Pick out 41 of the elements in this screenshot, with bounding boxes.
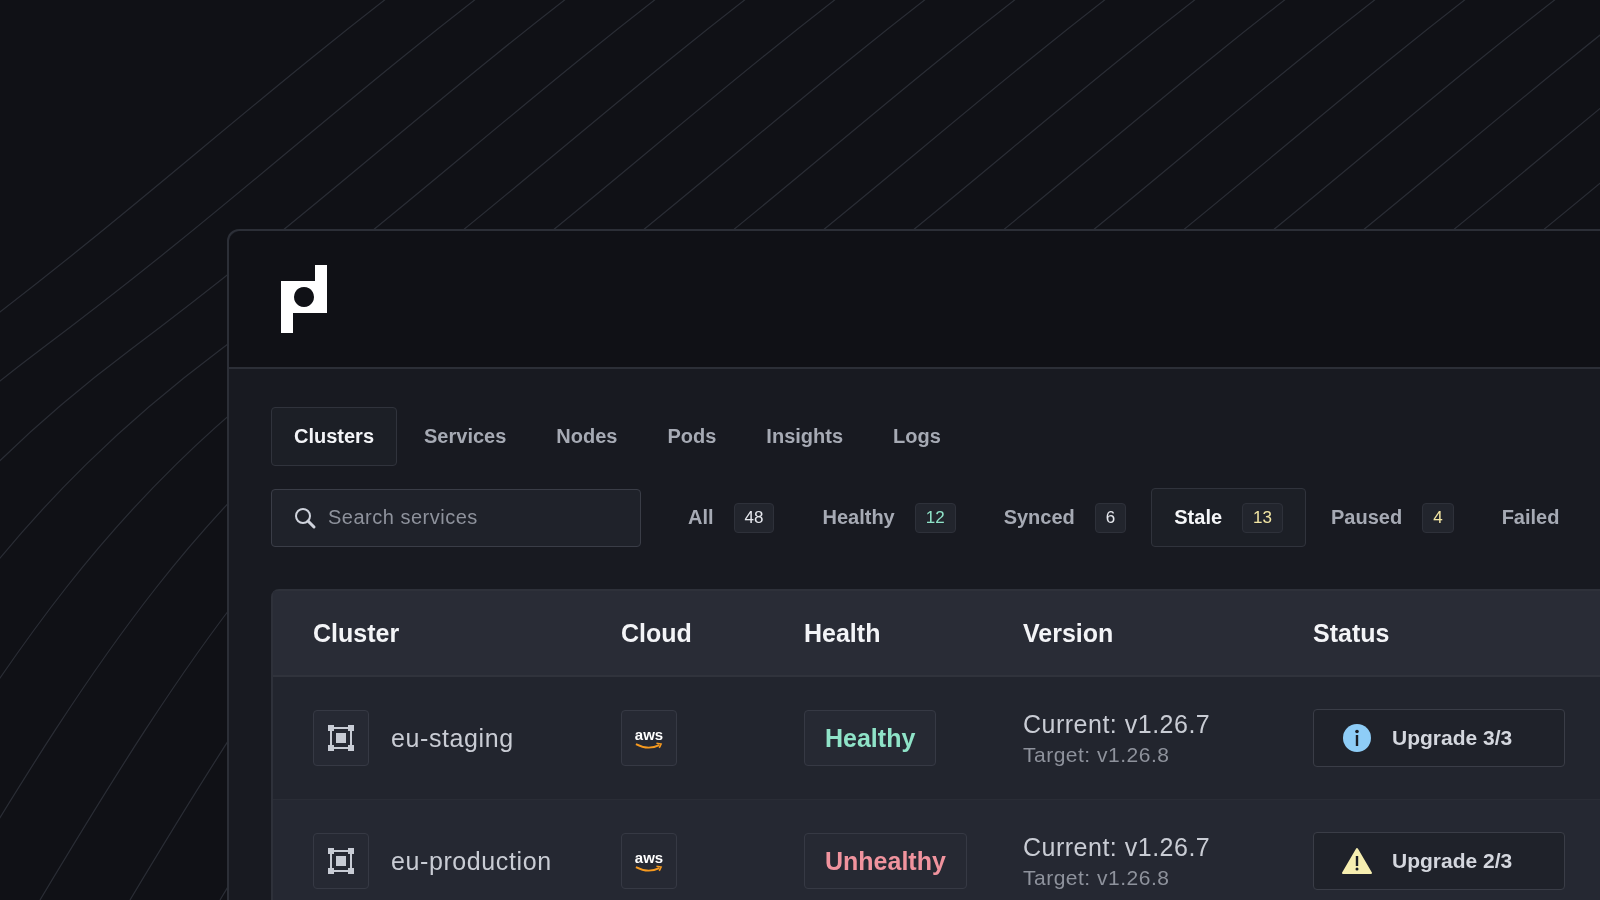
filter-tab[interactable]: Healthy 12 [799, 488, 979, 547]
column-header: Status [1313, 618, 1391, 648]
upgrade-button[interactable]: Upgrade 2/3 [1313, 832, 1565, 890]
warning-icon [1342, 846, 1372, 876]
filter-tab[interactable]: Failed [1478, 488, 1583, 547]
count-badge: 13 [1242, 502, 1283, 533]
cluster-icon [313, 710, 369, 766]
column-header: Version [1023, 618, 1115, 648]
cluster-name: eu-staging [391, 723, 514, 753]
column-header: Health [804, 618, 882, 648]
search-field[interactable]: Search services [271, 488, 641, 547]
nav-tab[interactable]: Logs [870, 407, 964, 466]
target-version: Target: v1.26.8 [1023, 742, 1170, 767]
nav-tab[interactable]: Nodes [533, 407, 641, 466]
column-header: Cloud [621, 618, 693, 648]
search-icon [293, 505, 317, 530]
count-badge: 48 [733, 502, 775, 533]
count-badge: 12 [914, 502, 956, 533]
cloud-logo: aws [621, 710, 677, 766]
health-tag: Healthy [804, 710, 937, 766]
count-badge: 6 [1094, 502, 1127, 533]
nav-tab[interactable]: Services [401, 407, 530, 466]
filter-tab[interactable]: Stale 13 [1151, 488, 1306, 547]
health-tag: Unhealthy [804, 833, 967, 889]
current-version: Current: v1.26.7 [1023, 709, 1211, 739]
cluster-icon [313, 833, 369, 889]
filter-tab[interactable]: Paused 4 [1308, 488, 1477, 547]
filter-tab[interactable]: Synced 6 [980, 488, 1150, 547]
target-version: Target: v1.26.8 [1023, 865, 1170, 890]
current-version: Current: v1.26.7 [1023, 832, 1211, 862]
logo-icon [281, 265, 327, 333]
cloud-logo: aws [621, 833, 677, 889]
nav-tab[interactable]: Pods [644, 407, 740, 466]
nav-tab[interactable]: Clusters [271, 407, 398, 466]
upgrade-button[interactable]: Upgrade 3/3 [1313, 709, 1565, 767]
filter-tab[interactable]: All 48 [665, 488, 798, 547]
count-badge: 4 [1422, 502, 1454, 533]
cluster-name: eu-production [391, 846, 552, 876]
column-header: Cluster [313, 618, 401, 648]
info-icon [1342, 723, 1372, 753]
nav-tab[interactable]: Insights [743, 407, 867, 466]
